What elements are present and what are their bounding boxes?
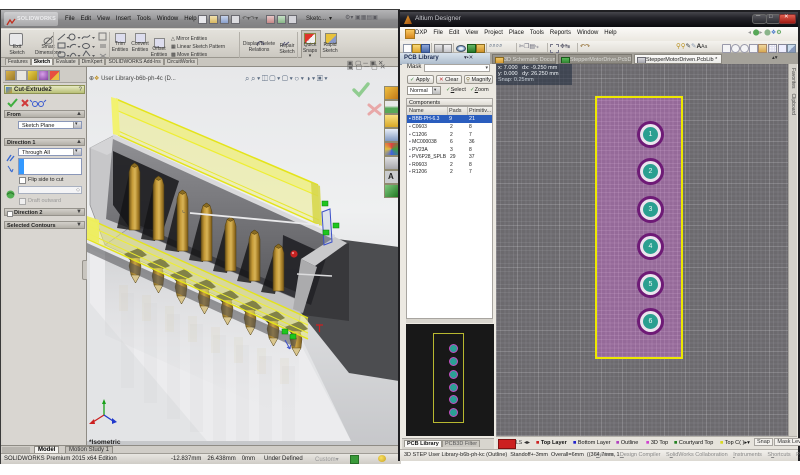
svg-text:⌞: ⌞: [182, 207, 185, 214]
